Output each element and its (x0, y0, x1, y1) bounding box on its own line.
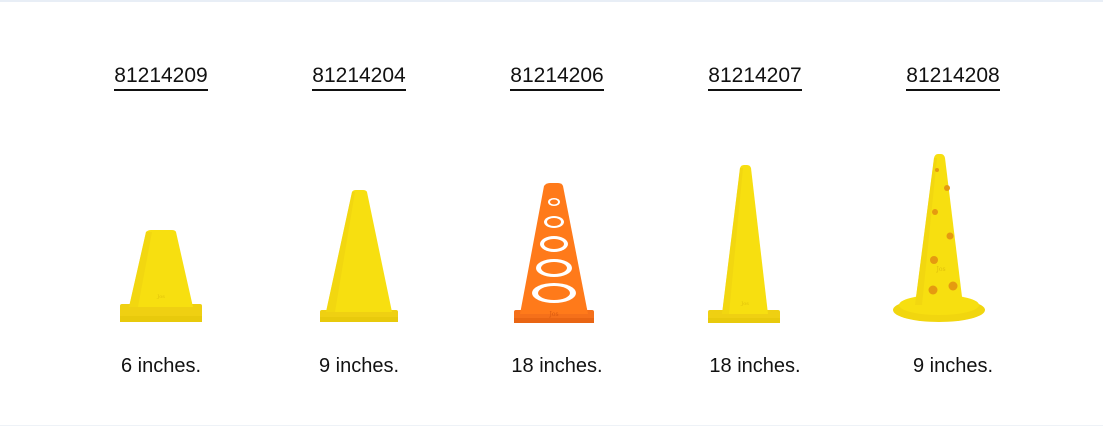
product-grid: 81214209 Jos 6 inches. 81214204 9 inches… (62, 0, 1062, 426)
svg-text:Jos: Jos (740, 301, 749, 307)
svg-text:Jos: Jos (548, 311, 558, 318)
svg-text:Jos: Jos (156, 294, 165, 300)
sku-link[interactable]: 81214206 (458, 64, 656, 91)
sku-link[interactable]: 81214209 (62, 64, 260, 91)
size-label: 18 inches. (511, 355, 603, 377)
sku-number[interactable]: 81214206 (510, 64, 604, 91)
sku-link[interactable]: 81214208 (854, 64, 1052, 91)
size-label: 18 inches. (709, 355, 801, 377)
size-label: 9 inches. (912, 355, 994, 377)
product-card: 81214209 Jos 6 inches. (62, 0, 260, 426)
cone-icon (260, 140, 458, 330)
sku-number[interactable]: 81214207 (708, 64, 802, 91)
sku-link[interactable]: 81214207 (656, 64, 854, 91)
product-card: 81214207 Jos 18 inches. (656, 0, 854, 426)
hurdle-cone-icon: Jos (854, 140, 1052, 330)
cutout-cone-icon: Jos (458, 140, 656, 330)
product-card: 81214208 Jos 9 inches. (854, 0, 1052, 426)
size-label: 9 inches. (318, 355, 400, 377)
size-label: 6 inches. (120, 355, 202, 377)
sku-number[interactable]: 81214209 (114, 64, 208, 91)
product-card: 81214206 Jos 18 inches. (458, 0, 656, 426)
product-card: 81214204 9 inches. (260, 0, 458, 426)
sku-number[interactable]: 81214204 (312, 64, 406, 91)
sku-link[interactable]: 81214204 (260, 64, 458, 91)
short-cone-icon: Jos (62, 140, 260, 330)
sku-number[interactable]: 81214208 (906, 64, 1000, 91)
tall-cone-icon: Jos (656, 140, 854, 330)
svg-text:Jos: Jos (935, 266, 945, 273)
